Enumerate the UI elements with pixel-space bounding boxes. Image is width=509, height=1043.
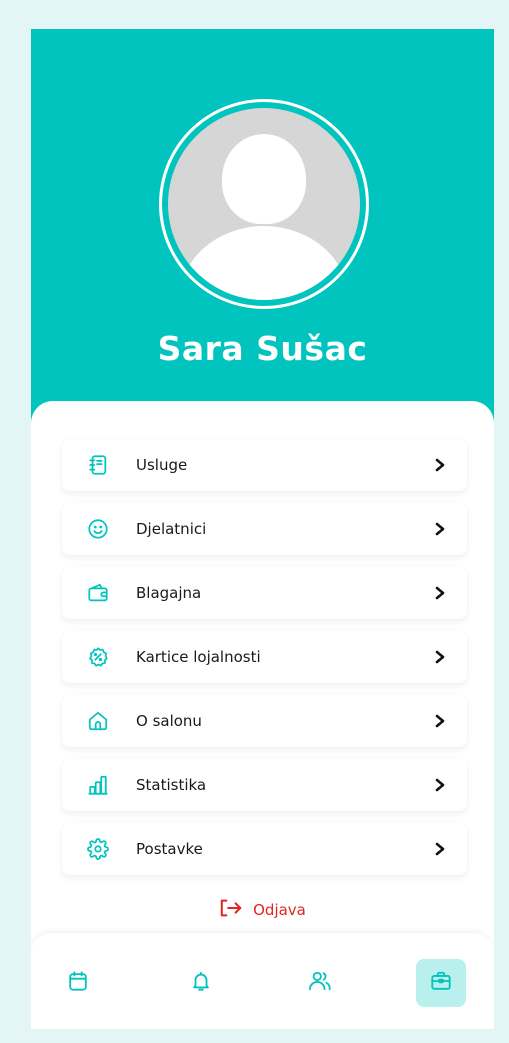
chevron-right-icon	[433, 522, 447, 536]
logout-icon	[219, 898, 243, 922]
phone-screen: Sara Sušac Usluge Djelatnici Blagajna Ka…	[31, 29, 494, 1029]
logout-label: Odjava	[253, 901, 306, 919]
nav-business[interactable]	[416, 959, 466, 1007]
calendar-icon	[67, 970, 89, 996]
menu-item-label: Postavke	[136, 840, 203, 858]
bottom-nav	[31, 933, 494, 1029]
menu-item-usluge[interactable]: Usluge	[62, 439, 467, 491]
chevron-right-icon	[433, 458, 447, 472]
menu-item-label: Kartice lojalnosti	[136, 648, 261, 666]
notebook-icon	[86, 453, 110, 477]
briefcase-icon	[430, 970, 452, 996]
menu-item-blagajna[interactable]: Blagajna	[62, 567, 467, 619]
menu-item-postavke[interactable]: Postavke	[62, 823, 467, 875]
menu-item-label: Blagajna	[136, 584, 202, 602]
menu-item-statistika[interactable]: Statistika	[62, 759, 467, 811]
menu-item-label: Usluge	[136, 456, 188, 474]
nav-clients[interactable]	[295, 959, 345, 1007]
chevron-right-icon	[433, 778, 447, 792]
bar-chart-icon	[86, 773, 110, 797]
menu-list: Usluge Djelatnici Blagajna Kartice lojal…	[62, 439, 467, 887]
menu-item-o-salonu[interactable]: O salonu	[62, 695, 467, 747]
logout-button[interactable]: Odjava	[31, 898, 494, 922]
menu-item-djelatnici[interactable]: Djelatnici	[62, 503, 467, 555]
bell-icon	[190, 970, 212, 996]
chevron-right-icon	[433, 586, 447, 600]
menu-item-label: Djelatnici	[136, 520, 207, 538]
avatar[interactable]	[159, 99, 369, 309]
nav-notifications[interactable]	[176, 959, 226, 1007]
menu-item-label: Statistika	[136, 776, 207, 794]
home-icon	[86, 709, 110, 733]
percent-badge-icon	[86, 645, 110, 669]
wallet-icon	[86, 581, 110, 605]
chevron-right-icon	[433, 714, 447, 728]
users-icon	[308, 970, 332, 996]
profile-header: Sara Sušac	[31, 29, 494, 429]
nav-calendar[interactable]	[53, 959, 103, 1007]
menu-item-kartice-lojalnosti[interactable]: Kartice lojalnosti	[62, 631, 467, 683]
chevron-right-icon	[433, 650, 447, 664]
avatar-placeholder-icon	[168, 108, 360, 300]
profile-name: Sara Sušac	[157, 329, 368, 368]
chevron-right-icon	[433, 842, 447, 856]
menu-item-label: O salonu	[136, 712, 202, 730]
gear-icon	[86, 837, 110, 861]
smiley-icon	[86, 517, 110, 541]
